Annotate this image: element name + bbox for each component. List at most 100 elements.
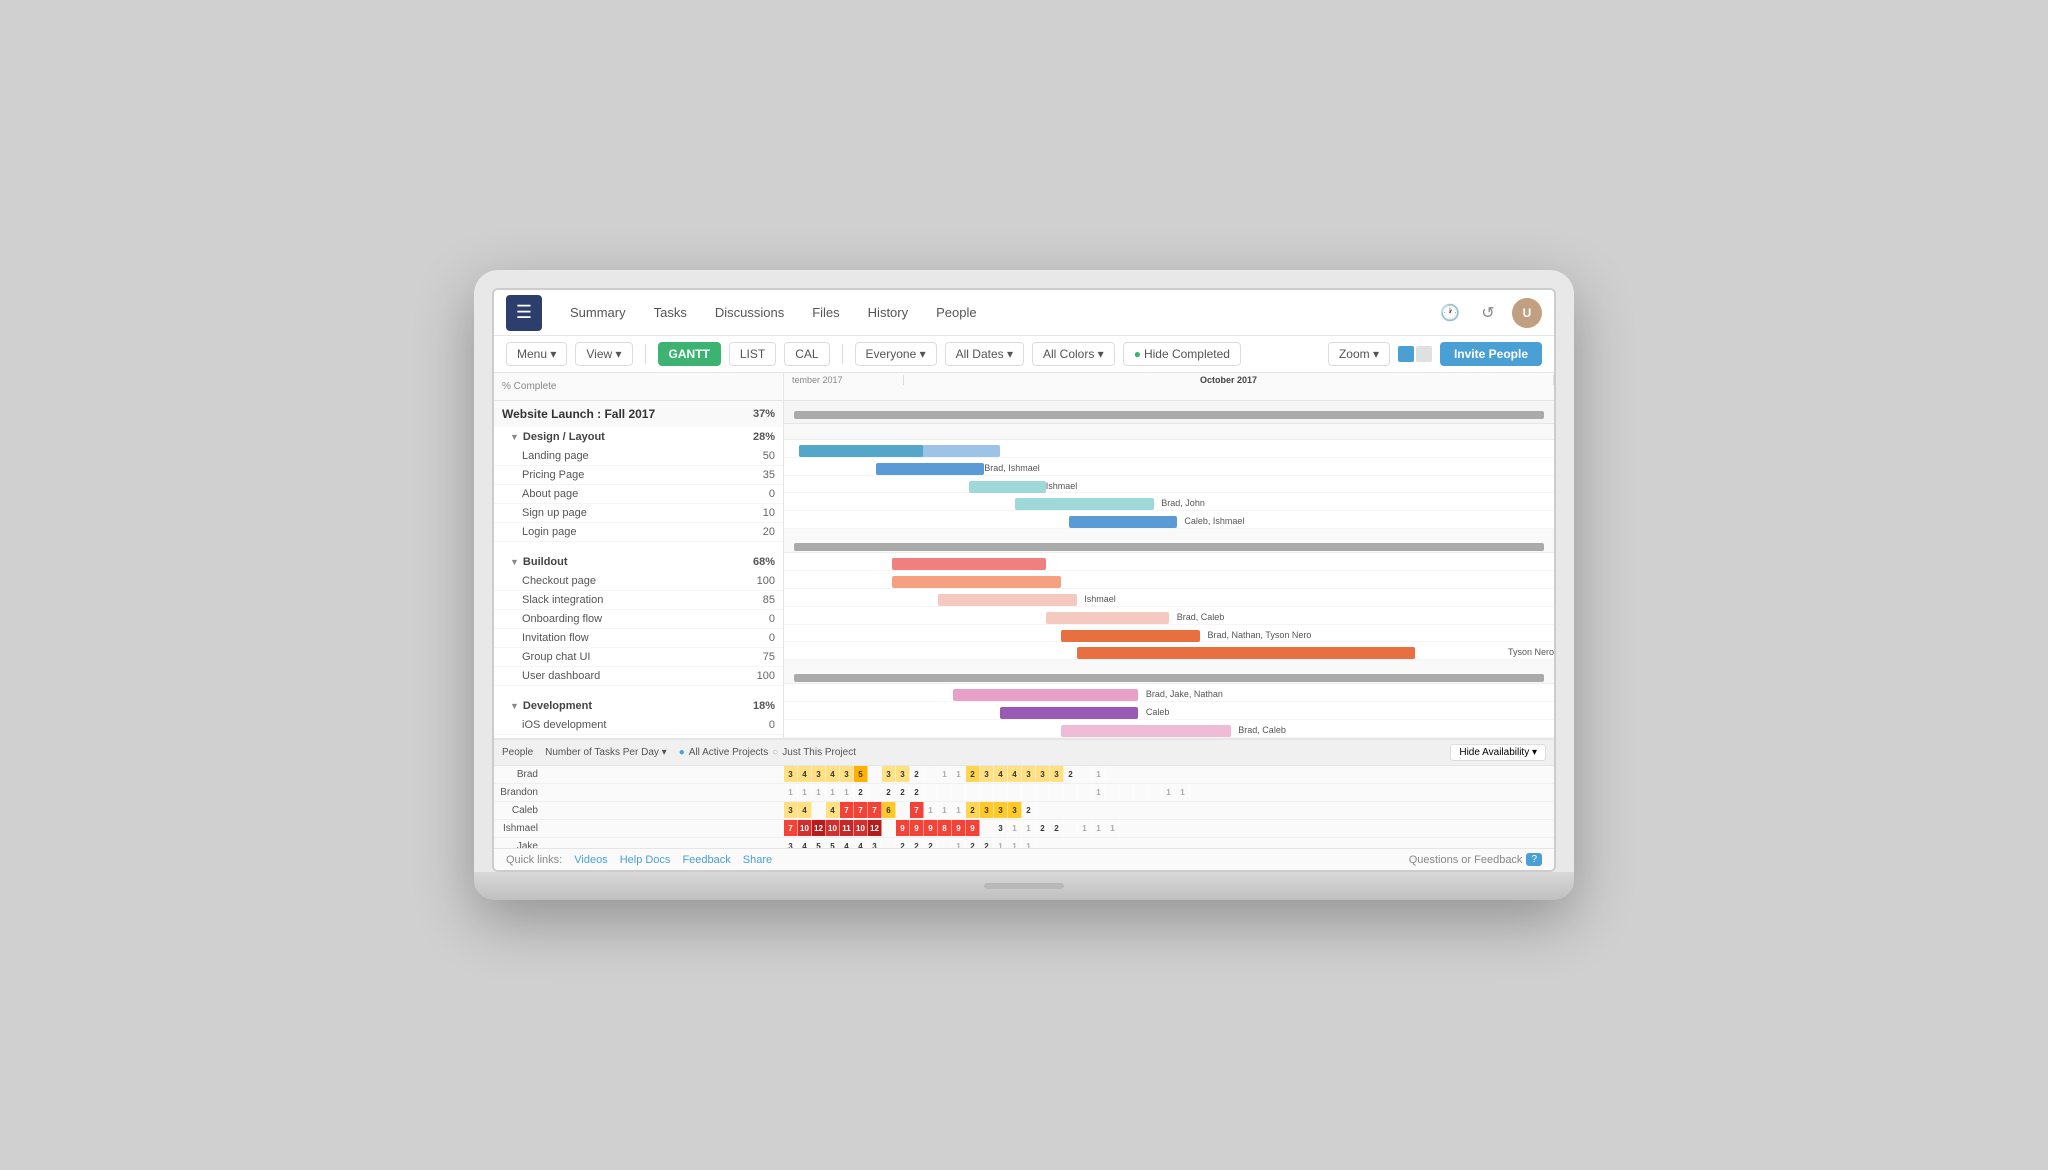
- everyone-button[interactable]: Everyone ▾: [855, 342, 937, 366]
- caleb-cells: 3 4 4 7 7 7 6 7 1 1 1: [784, 802, 1554, 820]
- section-name: Design / Layout: [523, 431, 605, 443]
- task-slack-integration[interactable]: Slack integration 85: [494, 591, 783, 610]
- clock-icon[interactable]: 🕐: [1436, 299, 1464, 327]
- task-landing-page[interactable]: Landing page 50: [494, 447, 783, 466]
- gantt-row-newsignup: Brad, Caleb: [784, 720, 1554, 738]
- section-design-layout[interactable]: ▼ Design / Layout 28%: [494, 427, 783, 447]
- ishmael-cells: 7 10 12 10 11 10 12 9 9 9 8 9: [784, 820, 1554, 838]
- spacer-1: [494, 542, 783, 552]
- timeline-header: tember 2017 October 2017: [784, 373, 1554, 401]
- gantt-row-pricing: Brad, Ishmael: [784, 458, 1554, 476]
- gantt-row-onboarding: Ishmael: [784, 589, 1554, 607]
- gantt-row-features: Caleb: [784, 702, 1554, 720]
- top-nav: ☰ Summary Tasks Discussions Files Histor…: [494, 290, 1554, 336]
- spacer-2: [494, 686, 783, 696]
- avail-names-col: Brad Brandon Caleb Ishmael Jake Jason: [494, 766, 784, 848]
- gantt-row-signup: Brad, John: [784, 493, 1554, 511]
- toolbar-divider: [645, 344, 646, 364]
- brandon-cells: 1 1 1 1 1 2 2 2 2: [784, 784, 1554, 802]
- footer: Quick links: Videos Help Docs Feedback S…: [494, 848, 1554, 870]
- tab-files[interactable]: Files: [800, 299, 851, 326]
- left-tasks-panel: % Complete Website Launch : Fall 2017 37…: [494, 373, 784, 738]
- feedback-badge: ?: [1526, 853, 1542, 866]
- color-swatch-1[interactable]: [1398, 346, 1414, 362]
- menu-button[interactable]: Menu ▾: [506, 342, 567, 366]
- project-title: Website Launch : Fall 2017: [502, 407, 655, 421]
- footer-link-share[interactable]: Share: [743, 854, 772, 866]
- task-login-page[interactable]: Login page 20: [494, 523, 783, 542]
- quick-links-label: Quick links:: [506, 854, 562, 866]
- cal-button[interactable]: CAL: [784, 342, 829, 366]
- toolbar: Menu ▾ View ▾ GANTT LIST CAL Everyone ▾ …: [494, 336, 1554, 373]
- avail-row-ishmael: Ishmael: [494, 820, 784, 838]
- section-pct-2: 68%: [747, 556, 775, 568]
- task-group-chat[interactable]: Group chat UI 75: [494, 648, 783, 667]
- task-ios-dev[interactable]: iOS development 0: [494, 716, 783, 735]
- avatar[interactable]: U: [1512, 298, 1542, 328]
- gantt-row-slack: [784, 571, 1554, 589]
- task-user-dashboard[interactable]: User dashboard 100: [494, 667, 783, 686]
- avail-people-label: People: [502, 747, 533, 758]
- list-button[interactable]: LIST: [729, 342, 776, 366]
- refresh-icon[interactable]: ↺: [1474, 299, 1502, 327]
- collapse-arrow-3: ▼: [510, 701, 519, 711]
- hide-completed-button[interactable]: ● Hide Completed: [1123, 342, 1241, 366]
- gantt-row-invitation: Brad, Caleb: [784, 607, 1554, 625]
- project-pct: 37%: [753, 408, 775, 420]
- tab-people[interactable]: People: [924, 299, 988, 326]
- avail-row-jake: Jake: [494, 838, 784, 848]
- section-development[interactable]: ▼ Development 18%: [494, 696, 783, 716]
- pct-complete-header: % Complete: [502, 381, 556, 392]
- project-title-row: Website Launch : Fall 2017 37%: [494, 401, 783, 427]
- invite-people-button[interactable]: Invite People: [1440, 342, 1542, 366]
- jake-cells: 3 4 5 5 4 4 3 2 2 2 1: [784, 838, 1554, 848]
- section-pct-3: 18%: [747, 700, 775, 712]
- avail-cells-area: 3 4 3 4 3 5 3 3 2 1 1: [784, 766, 1554, 848]
- footer-feedback[interactable]: Questions or Feedback ?: [1409, 853, 1542, 866]
- footer-link-videos[interactable]: Videos: [574, 854, 607, 866]
- tab-history[interactable]: History: [856, 299, 920, 326]
- task-onboarding-flow[interactable]: Onboarding flow 0: [494, 610, 783, 629]
- color-swatch-2[interactable]: [1416, 346, 1432, 362]
- section-pct: 28%: [747, 431, 775, 443]
- hide-availability-button[interactable]: Hide Availability ▾: [1450, 744, 1546, 761]
- availability-panel: People Number of Tasks Per Day ▾ ● All A…: [494, 738, 1554, 848]
- tab-tasks[interactable]: Tasks: [642, 299, 699, 326]
- avail-header: People Number of Tasks Per Day ▾ ● All A…: [494, 740, 1554, 766]
- nav-logo[interactable]: ☰: [506, 295, 542, 331]
- section-name-2: Buildout: [523, 556, 568, 568]
- zoom-button[interactable]: Zoom ▾: [1328, 342, 1390, 366]
- gantt-row-groupchat: Brad, Nathan, Tyson Nero: [784, 625, 1554, 643]
- view-button[interactable]: View ▾: [575, 342, 632, 366]
- toolbar-divider-2: [842, 344, 843, 364]
- section-buildout[interactable]: ▼ Buildout 68%: [494, 552, 783, 572]
- task-signup-page[interactable]: Sign up page 10: [494, 504, 783, 523]
- avail-row-brandon: Brandon: [494, 784, 784, 802]
- gantt-row-landing: [784, 440, 1554, 458]
- tab-summary[interactable]: Summary: [558, 299, 638, 326]
- avail-tasks-label[interactable]: Number of Tasks Per Day ▾: [545, 747, 667, 758]
- footer-link-feedback[interactable]: Feedback: [682, 854, 730, 866]
- dates-button[interactable]: All Dates ▾: [945, 342, 1024, 366]
- brad-cells: 3 4 3 4 3 5 3 3 2 1 1: [784, 766, 1554, 784]
- collapse-arrow: ▼: [510, 432, 519, 442]
- footer-link-helpdocs[interactable]: Help Docs: [620, 854, 671, 866]
- avail-row-caleb: Caleb: [494, 802, 784, 820]
- section-name-3: Development: [523, 700, 592, 712]
- right-gantt-panel: tember 2017 October 2017: [784, 373, 1554, 738]
- gantt-row-checkout: [784, 553, 1554, 571]
- gantt-section-dev: [784, 668, 1554, 684]
- gantt-header-left: % Complete: [494, 373, 783, 401]
- gantt-project-row: [784, 401, 1554, 424]
- tab-discussions[interactable]: Discussions: [703, 299, 796, 326]
- avail-row-brad: Brad: [494, 766, 784, 784]
- gantt-row-dashboard: Tyson Nero: [784, 642, 1554, 660]
- task-pricing-page[interactable]: Pricing Page 35: [494, 466, 783, 485]
- gantt-row-ios: Brad, Jake, Nathan: [784, 684, 1554, 702]
- task-checkout-page[interactable]: Checkout page 100: [494, 572, 783, 591]
- gantt-button[interactable]: GANTT: [658, 342, 721, 366]
- laptop-notch: [984, 883, 1064, 889]
- colors-button[interactable]: All Colors ▾: [1032, 342, 1115, 366]
- task-invitation-flow[interactable]: Invitation flow 0: [494, 629, 783, 648]
- task-about-page[interactable]: About page 0: [494, 485, 783, 504]
